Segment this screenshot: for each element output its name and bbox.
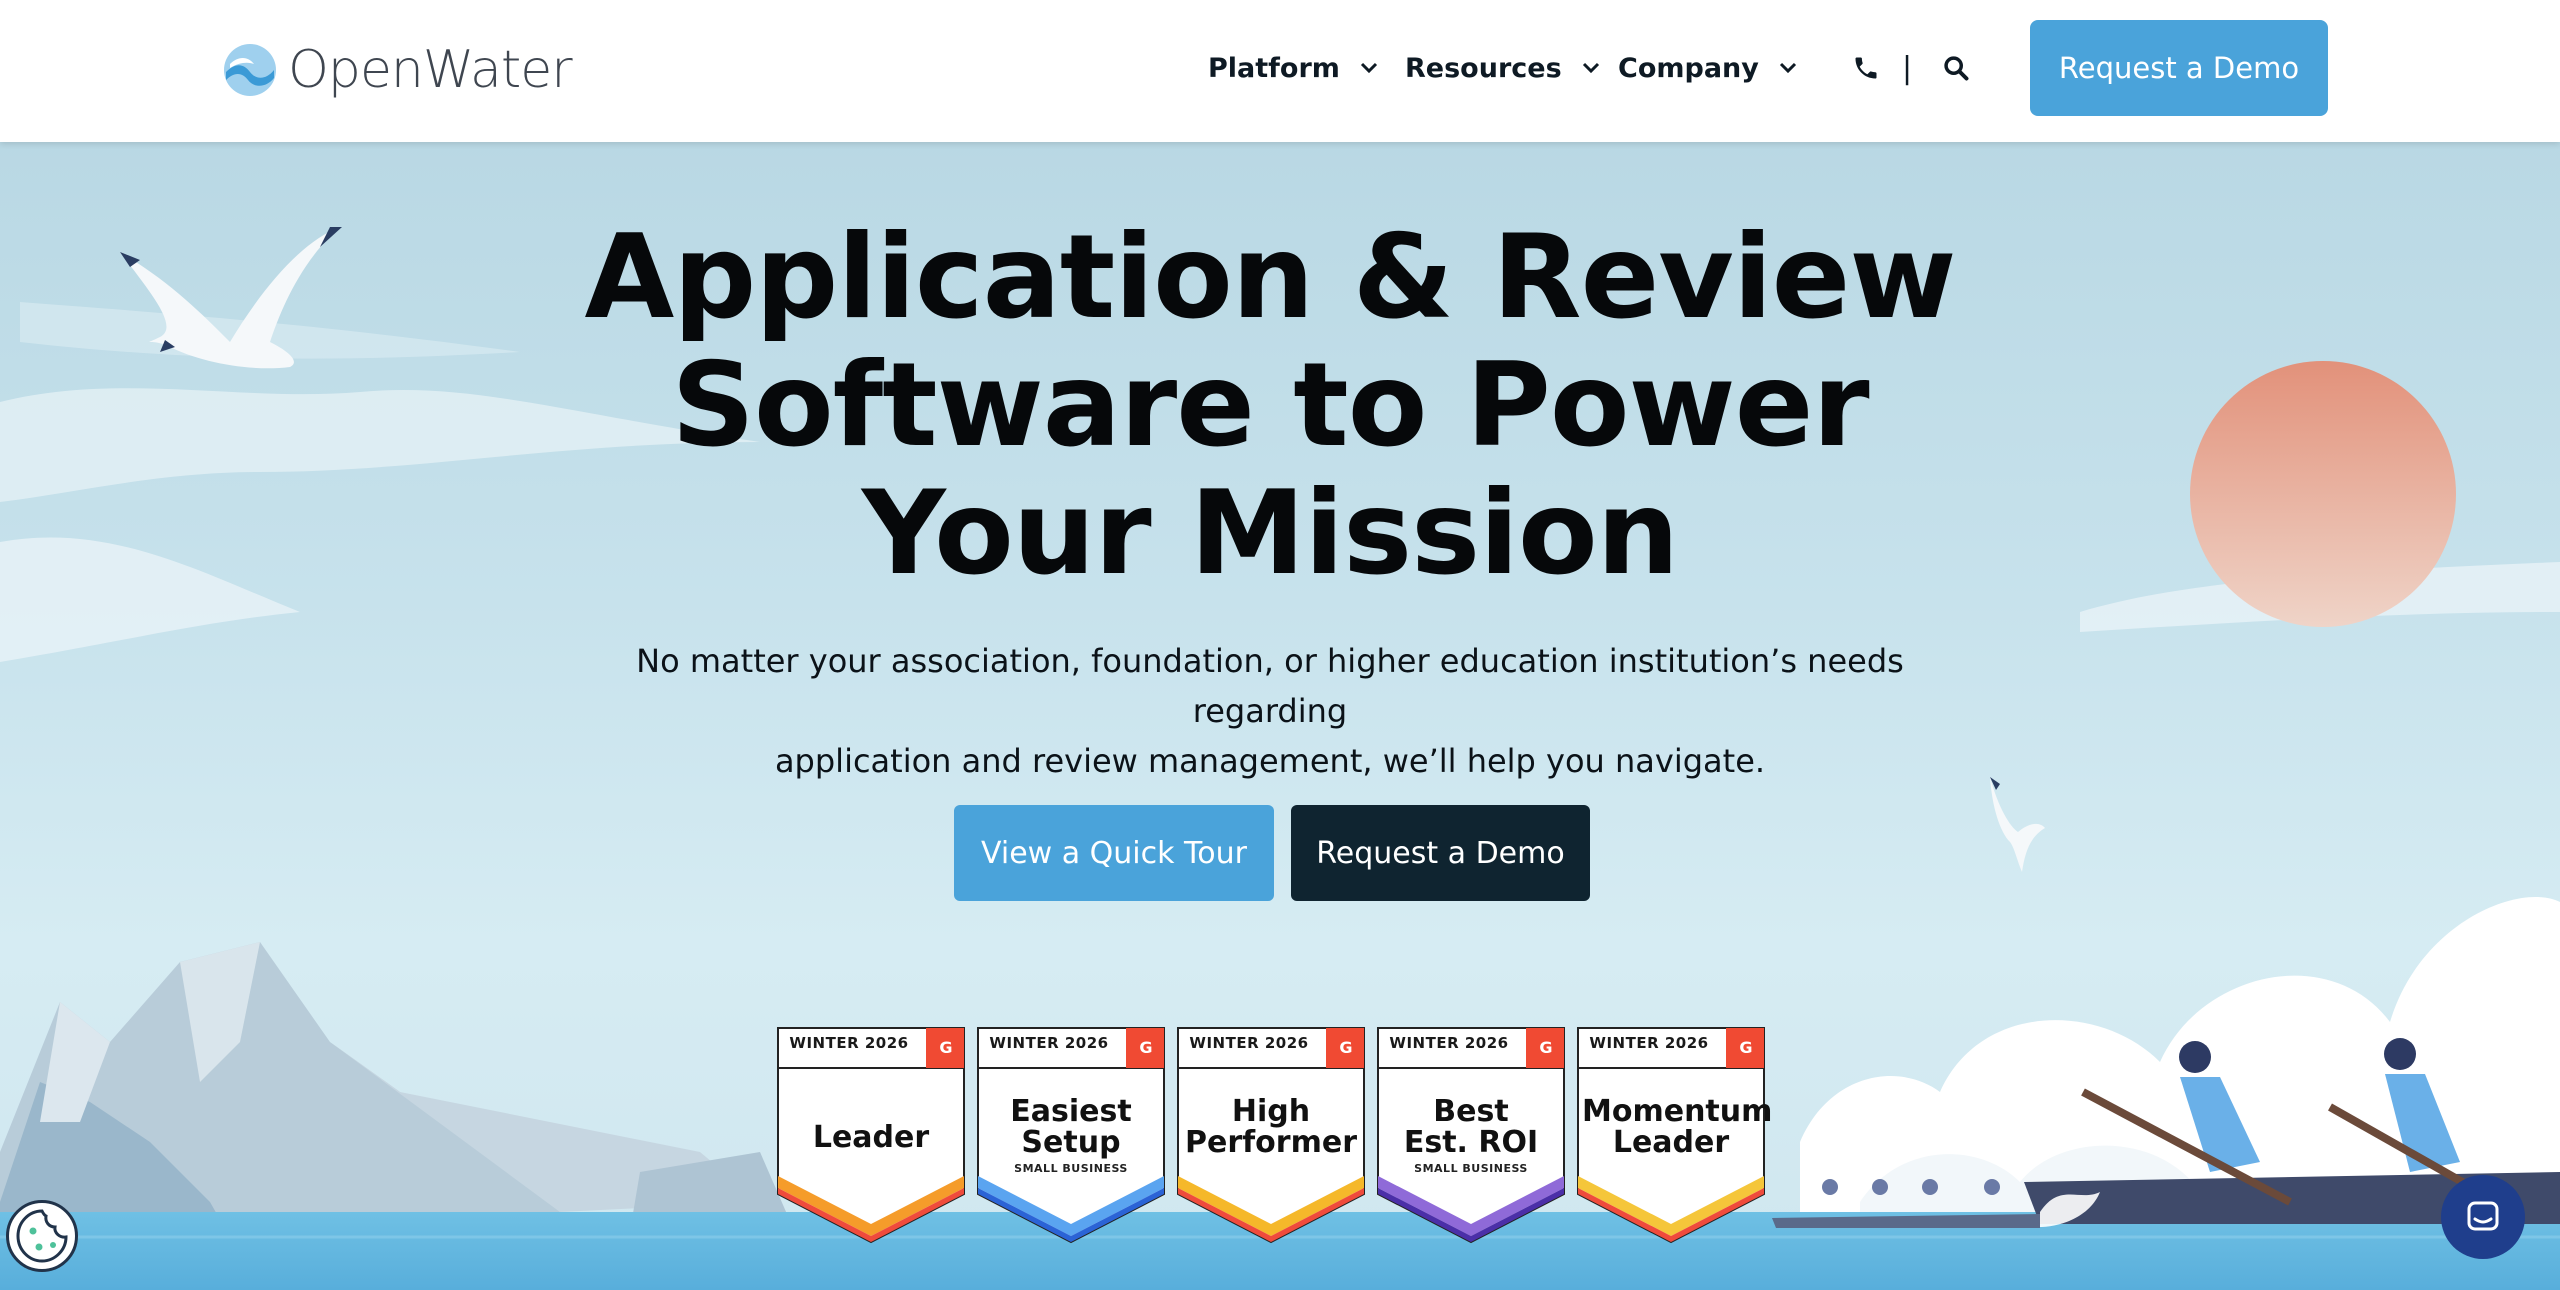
cookie-settings-button[interactable]: [6, 1200, 78, 1272]
badge-label-line: Performer: [1185, 1125, 1357, 1160]
g2-badges: WINTER 2026 G Leader WINTER 2026 G Easie…: [776, 1026, 1773, 1288]
phone-icon[interactable]: [1852, 54, 1880, 82]
g2-logo-icon: G: [939, 1037, 953, 1057]
g2-badge-best-est-roi[interactable]: WINTER 2026 G Best Est. ROI SMALL BUSINESS: [1376, 1026, 1566, 1246]
g2-badge-momentum-leader[interactable]: WINTER 2026 G Momentum Leader: [1576, 1026, 1773, 1246]
badge-label-line: Momentum: [1582, 1094, 1773, 1129]
g2-badge-easiest-setup[interactable]: WINTER 2026 G Easiest Setup SMALL BUSINESS: [976, 1026, 1166, 1246]
cookie-icon: [16, 1209, 68, 1263]
g2-logo-icon: G: [1539, 1037, 1553, 1057]
nav-resources-label: Resources: [1405, 52, 1562, 84]
badge-label: Leader: [782, 1122, 960, 1153]
badge-label-line: Best: [1433, 1094, 1509, 1129]
badge-sublabel: SMALL BUSINESS: [1014, 1162, 1128, 1175]
hero-subtitle-line: No matter your association, foundation, …: [636, 642, 1904, 730]
badge-label: High Performer: [1182, 1096, 1360, 1158]
hero-title-line: Your Mission: [861, 466, 1680, 601]
badge-season: WINTER 2026: [1389, 1034, 1509, 1052]
chevron-down-icon: [1779, 62, 1796, 74]
openwater-logo-icon: [224, 44, 276, 96]
nav-company-label: Company: [1618, 52, 1759, 84]
g2-logo-icon: G: [1139, 1037, 1153, 1057]
hero-title-line: Application & Review: [584, 210, 1956, 345]
nav-company[interactable]: Company: [1618, 44, 1797, 92]
hero-title: Application & Review Software to Power Y…: [580, 214, 1960, 598]
hero-title-line: Software to Power: [671, 338, 1869, 473]
nav-divider: |: [1902, 50, 1913, 86]
search-icon[interactable]: [1942, 54, 1970, 82]
badge-label-line: Setup: [1021, 1125, 1121, 1160]
badge-label-line: Easiest: [1010, 1094, 1132, 1129]
badge-label: Best Est. ROI: [1382, 1096, 1560, 1158]
logo-wordmark: OpenWater: [288, 40, 573, 100]
hero-subtitle-line: application and review management, we’ll…: [774, 742, 1766, 780]
badge-season: WINTER 2026: [789, 1034, 909, 1052]
badge-label-line: Leader: [1612, 1125, 1730, 1160]
badge-season: WINTER 2026: [1189, 1034, 1309, 1052]
header-request-demo-button[interactable]: Request a Demo: [2030, 20, 2328, 116]
chevron-down-icon: [1360, 62, 1377, 74]
nav-platform[interactable]: Platform: [1208, 44, 1378, 92]
badge-label-line: High: [1231, 1094, 1311, 1129]
badge-label-line: Est. ROI: [1403, 1125, 1539, 1160]
chevron-down-icon: [1582, 62, 1599, 74]
badge-sublabel: SMALL BUSINESS: [1414, 1162, 1528, 1175]
hero-section: Application & Review Software to Power Y…: [0, 142, 2560, 1290]
nav-platform-label: Platform: [1208, 52, 1340, 84]
site-header: OpenWater Platform Resources Company | R…: [0, 0, 2560, 142]
nav-resources[interactable]: Resources: [1405, 44, 1600, 92]
badge-season: WINTER 2026: [1589, 1034, 1709, 1052]
hero-subtitle: No matter your association, foundation, …: [560, 636, 1980, 786]
chat-launcher-button[interactable]: [2441, 1175, 2525, 1259]
openwater-logo[interactable]: OpenWater: [222, 38, 573, 102]
badge-label: Momentum Leader: [1582, 1094, 1773, 1160]
g2-badge-leader[interactable]: WINTER 2026 G Leader: [776, 1026, 966, 1246]
chat-icon: [2467, 1201, 2499, 1231]
request-demo-button[interactable]: Request a Demo: [1291, 805, 1590, 901]
badge-label-line: Leader: [812, 1120, 930, 1155]
view-quick-tour-button[interactable]: View a Quick Tour: [954, 805, 1274, 901]
nav-utilities: |: [1852, 44, 1970, 92]
badge-season: WINTER 2026: [989, 1034, 1109, 1052]
g2-badge-high-performer[interactable]: WINTER 2026 G High Performer: [1176, 1026, 1366, 1246]
badge-label: Easiest Setup: [982, 1096, 1160, 1158]
g2-logo-icon: G: [1339, 1037, 1353, 1057]
g2-logo-icon: G: [1739, 1037, 1753, 1057]
